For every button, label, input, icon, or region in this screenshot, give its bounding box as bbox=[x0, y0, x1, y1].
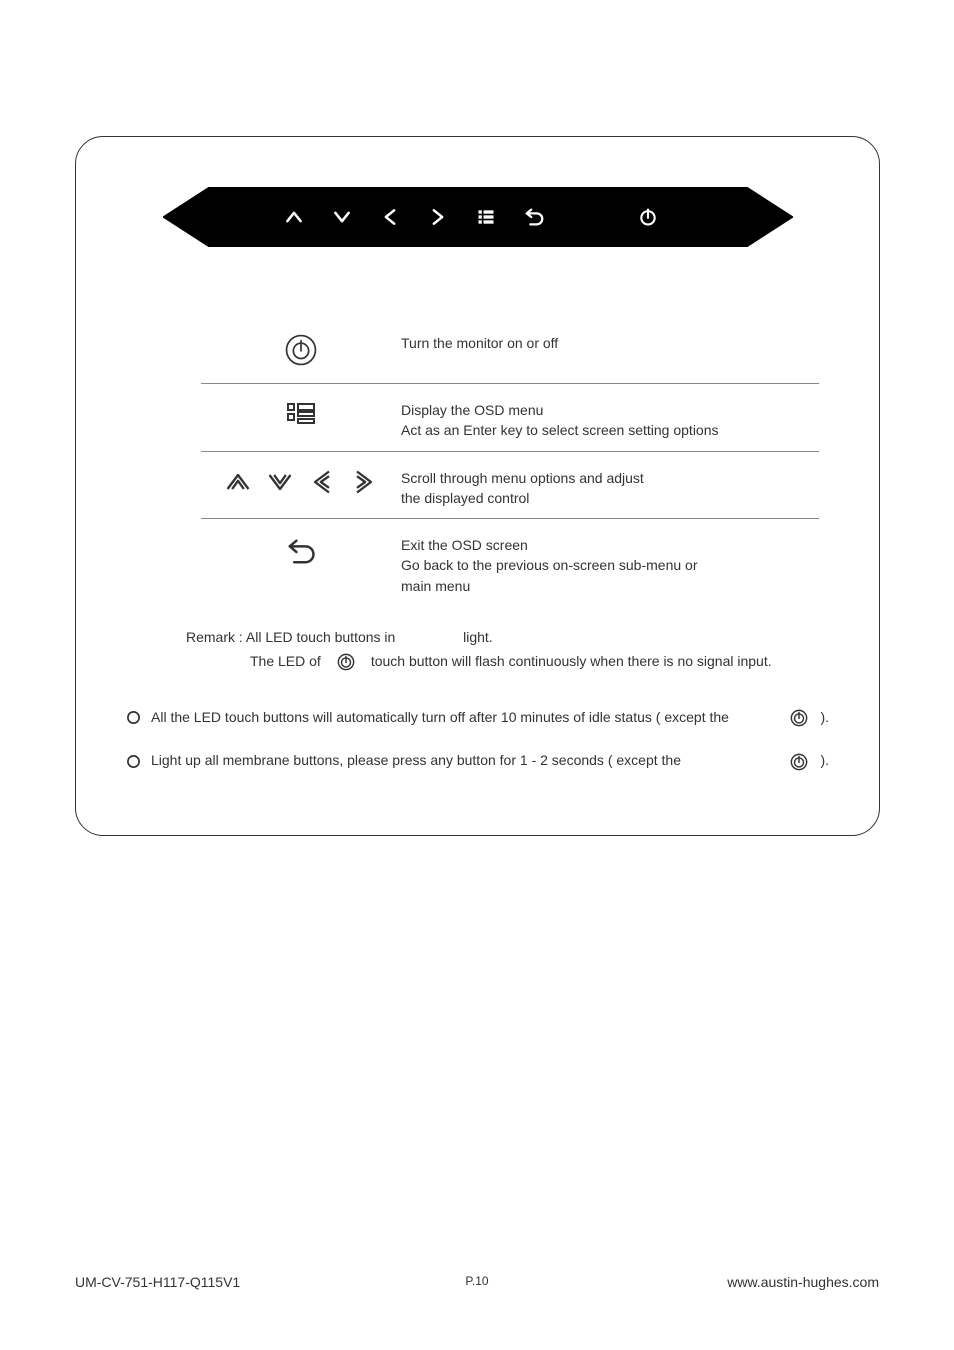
desc-text: Act as an Enter key to select screen set… bbox=[401, 420, 819, 440]
bullet-icon bbox=[126, 754, 141, 769]
footer-page-number: P.10 bbox=[465, 1274, 488, 1288]
remark-block: Remark : All LED touch buttons in light.… bbox=[186, 626, 819, 674]
menu-large-icon bbox=[286, 400, 316, 430]
osd-button-bar bbox=[163, 187, 793, 247]
desc-text: Exit the OSD screen bbox=[401, 535, 819, 555]
desc-text: Go back to the previous on-screen sub-me… bbox=[401, 555, 819, 575]
up-outline-icon bbox=[224, 468, 252, 496]
right-outline-icon bbox=[350, 468, 378, 496]
right-icon bbox=[427, 206, 449, 228]
left-icon bbox=[379, 206, 401, 228]
table-row: Scroll through menu options and adjust t… bbox=[201, 452, 819, 520]
table-row: Exit the OSD screen Go back to the previ… bbox=[201, 519, 819, 606]
down-outline-icon bbox=[266, 468, 294, 496]
footer-left: UM-CV-751-H117-Q115V1 bbox=[75, 1274, 240, 1290]
table-row: Turn the monitor on or off bbox=[201, 317, 819, 384]
power-small-icon bbox=[337, 650, 355, 674]
remark-text: touch button will flash continuously whe… bbox=[371, 650, 772, 674]
note-item: All the LED touch buttons will automatic… bbox=[126, 708, 829, 728]
footer-right: www.austin-hughes.com bbox=[727, 1274, 879, 1290]
table-row: Display the OSD menu Act as an Enter key… bbox=[201, 384, 819, 452]
note-text: Light up all membrane buttons, please pr… bbox=[151, 751, 776, 771]
menu-icon bbox=[475, 206, 497, 228]
desc-text: Scroll through menu options and adjust bbox=[401, 468, 819, 488]
note-item: Light up all membrane buttons, please pr… bbox=[126, 751, 829, 771]
power-small-icon bbox=[790, 708, 808, 728]
remark-text: Remark : All LED touch buttons in bbox=[186, 629, 395, 645]
desc-text: main menu bbox=[401, 576, 819, 596]
power-small-icon bbox=[790, 751, 808, 771]
bullet-icon bbox=[126, 710, 141, 725]
desc-text: Turn the monitor on or off bbox=[401, 333, 819, 353]
back-icon bbox=[523, 206, 545, 228]
remark-text: The LED of bbox=[250, 650, 321, 674]
down-icon bbox=[331, 206, 353, 228]
left-outline-icon bbox=[308, 468, 336, 496]
desc-text: the displayed control bbox=[401, 488, 819, 508]
remark-text: light. bbox=[463, 629, 493, 645]
power-circle-icon bbox=[284, 333, 318, 367]
up-icon bbox=[283, 206, 305, 228]
note-suffix: ). bbox=[820, 708, 829, 728]
desc-text: Display the OSD menu bbox=[401, 400, 819, 420]
note-suffix: ). bbox=[820, 751, 829, 771]
function-table: Turn the monitor on or off Display the O… bbox=[201, 317, 819, 606]
content-panel: Turn the monitor on or off Display the O… bbox=[75, 136, 880, 836]
power-icon bbox=[637, 206, 659, 228]
back-large-icon bbox=[284, 535, 318, 569]
page-footer: UM-CV-751-H117-Q115V1 P.10 www.austin-hu… bbox=[75, 1274, 879, 1290]
note-text: All the LED touch buttons will automatic… bbox=[151, 708, 776, 728]
